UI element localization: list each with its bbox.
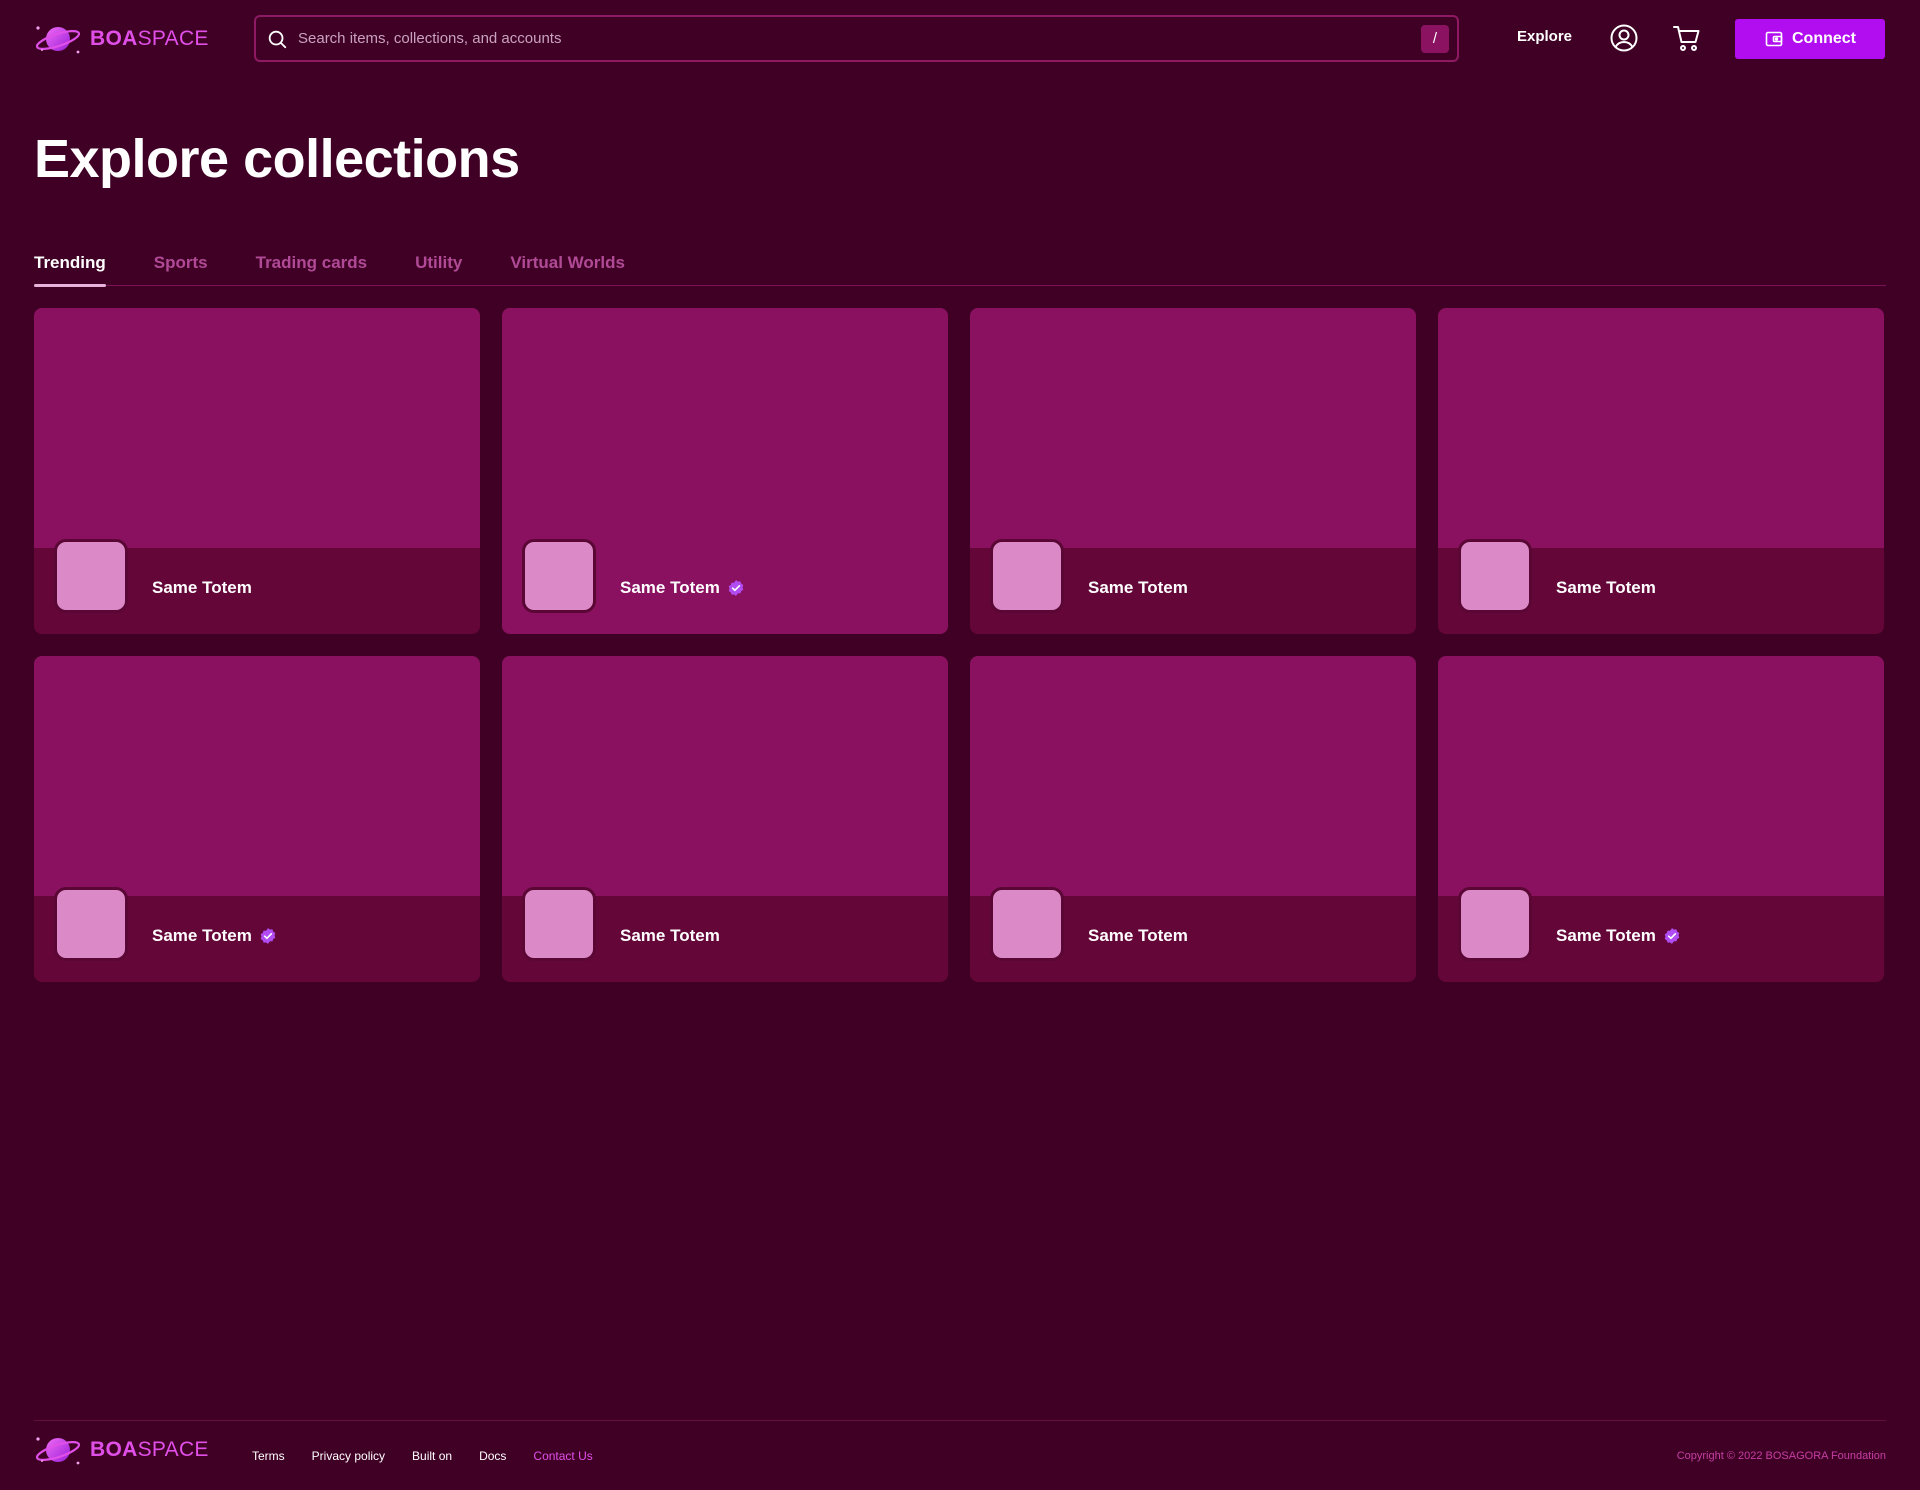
collection-banner <box>502 656 948 896</box>
collection-banner <box>970 308 1416 548</box>
collection-banner <box>502 308 948 548</box>
footer-link-built-on[interactable]: Built on <box>412 1449 452 1463</box>
collections-grid: Same Totem Same Totem Same Totem Same To… <box>34 308 1886 982</box>
tab-trading-cards[interactable]: Trading cards <box>256 247 367 286</box>
collection-banner <box>34 308 480 548</box>
footer-link-contact-us[interactable]: Contact Us <box>533 1449 592 1463</box>
top-header: BOASPACE / Explore Connect <box>0 0 1920 78</box>
shopping-cart-icon[interactable] <box>1671 22 1703 54</box>
collection-name: Same Totem <box>1088 926 1188 945</box>
verified-badge-icon <box>260 928 276 944</box>
verified-badge-icon <box>1664 928 1680 944</box>
copyright-text: Copyright © 2022 BOSAGORA Foundation <box>1676 1450 1886 1462</box>
connect-label: Connect <box>1792 30 1856 47</box>
collection-avatar <box>522 539 596 613</box>
nav-explore-link[interactable]: Explore <box>1517 28 1572 45</box>
search-input[interactable] <box>288 17 1421 60</box>
planet-logo-icon <box>35 1437 81 1465</box>
category-tabs: Trending Sports Trading cards Utility Vi… <box>34 247 1886 287</box>
collection-card[interactable]: Same Totem <box>1438 308 1884 634</box>
tab-sports[interactable]: Sports <box>154 247 208 286</box>
page-title: Explore collections <box>34 129 520 189</box>
footer-link-terms[interactable]: Terms <box>252 1449 285 1463</box>
collection-banner <box>970 656 1416 896</box>
collection-avatar <box>1458 539 1532 613</box>
footer-brand-logo[interactable]: BOASPACE <box>34 1431 209 1469</box>
collection-card[interactable]: Same Totem <box>970 656 1416 982</box>
collection-avatar <box>990 539 1064 613</box>
collection-name: Same Totem <box>620 578 720 597</box>
brand-wordmark: BOASPACE <box>90 27 209 50</box>
collection-name: Same Totem <box>152 926 252 945</box>
collection-name: Same Totem <box>1088 578 1188 597</box>
collection-avatar <box>1458 887 1532 961</box>
search-icon <box>268 30 287 48</box>
user-circle-icon[interactable] <box>1608 22 1640 54</box>
collection-avatar <box>54 887 128 961</box>
collection-name: Same Totem <box>620 926 720 945</box>
tab-trending[interactable]: Trending <box>34 247 106 287</box>
search-shortcut-key: / <box>1421 24 1449 53</box>
search-bar[interactable]: / <box>254 15 1459 62</box>
connect-wallet-button[interactable]: Connect <box>1735 19 1885 59</box>
tab-utility[interactable]: Utility <box>415 247 462 286</box>
collection-avatar <box>54 539 128 613</box>
collection-card[interactable]: Same Totem <box>34 656 480 982</box>
collection-name: Same Totem <box>1556 578 1656 597</box>
brand-logo[interactable]: BOASPACE <box>34 20 209 58</box>
collection-avatar <box>522 887 596 961</box>
planet-logo-icon <box>35 26 81 54</box>
collection-card[interactable]: Same Totem <box>34 308 480 634</box>
tab-virtual-worlds[interactable]: Virtual Worlds <box>510 247 625 286</box>
collection-banner <box>34 656 480 896</box>
footer-link-privacy-policy[interactable]: Privacy policy <box>312 1449 385 1463</box>
verified-badge-icon <box>728 580 744 596</box>
collection-banner <box>1438 308 1884 548</box>
collection-name: Same Totem <box>152 578 252 597</box>
collection-avatar <box>990 887 1064 961</box>
collection-card[interactable]: Same Totem <box>1438 656 1884 982</box>
footer-links: Terms Privacy policy Built on Docs Conta… <box>252 1449 593 1463</box>
brand-wordmark: BOASPACE <box>90 1438 209 1461</box>
collection-name: Same Totem <box>1556 926 1656 945</box>
collection-banner <box>1438 656 1884 896</box>
collection-card[interactable]: Same Totem <box>970 308 1416 634</box>
collection-card[interactable]: Same Totem <box>502 308 948 634</box>
collection-card[interactable]: Same Totem <box>502 656 948 982</box>
wallet-icon <box>1765 31 1783 47</box>
page-footer: BOASPACE Terms Privacy policy Built on D… <box>34 1420 1886 1490</box>
footer-link-docs[interactable]: Docs <box>479 1449 506 1463</box>
